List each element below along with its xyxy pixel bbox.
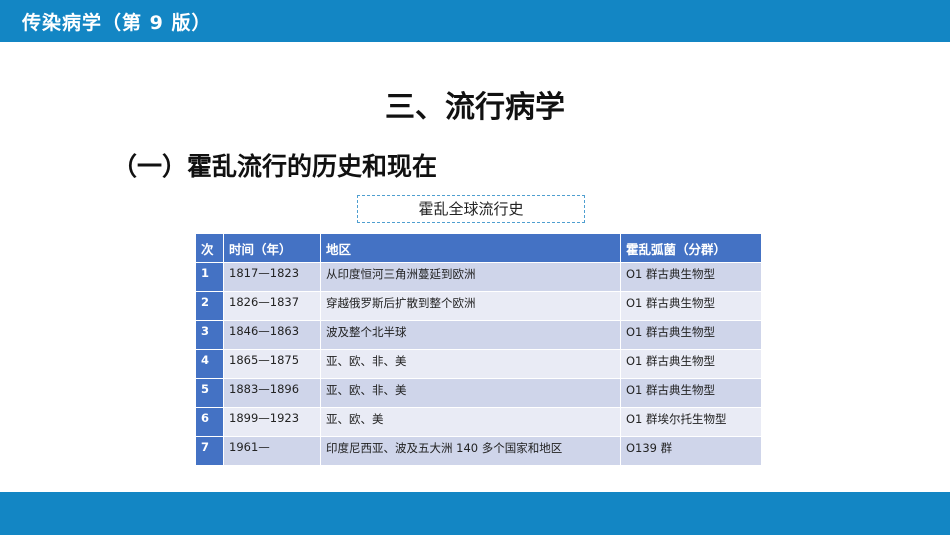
row-index: 4 [195,349,224,379]
row-serogroup: O1 群埃尔托生物型 [620,407,762,437]
table-header-row: 次 时间（年） 地区 霍乱弧菌（分群） [195,233,762,263]
book-title: 传染病学（第 9 版） [22,12,212,34]
table-row: 2 1826—1837 穿越俄罗斯后扩散到整个欧洲 O1 群古典生物型 [195,291,762,321]
header-cell: 次 [195,233,224,263]
row-region: 亚、欧、非、美 [320,349,621,379]
row-region: 穿越俄罗斯后扩散到整个欧洲 [320,291,621,321]
row-period: 1899—1923 [223,407,321,437]
row-index: 7 [195,436,224,466]
row-serogroup: O139 群 [620,436,762,466]
cholera-history-table: 次 时间（年） 地区 霍乱弧菌（分群） 1 1817—1823 从印度恒河三角洲… [195,233,762,466]
row-index: 1 [195,262,224,292]
row-index: 2 [195,291,224,321]
table-row: 7 1961— 印度尼西亚、波及五大洲 140 多个国家和地区 O139 群 [195,436,762,466]
row-region: 从印度恒河三角洲蔓延到欧洲 [320,262,621,292]
row-index: 5 [195,378,224,408]
row-period: 1883—1896 [223,378,321,408]
footer-bar [0,492,950,535]
row-region: 亚、欧、非、美 [320,378,621,408]
row-serogroup: O1 群古典生物型 [620,349,762,379]
header-bar: 传染病学（第 9 版） [0,0,950,42]
slide-title: 三、流行病学 [385,90,565,125]
table-row: 1 1817—1823 从印度恒河三角洲蔓延到欧洲 O1 群古典生物型 [195,262,762,292]
row-serogroup: O1 群古典生物型 [620,262,762,292]
row-serogroup: O1 群古典生物型 [620,291,762,321]
row-period: 1865—1875 [223,349,321,379]
row-period: 1826—1837 [223,291,321,321]
table-row: 6 1899—1923 亚、欧、美 O1 群埃尔托生物型 [195,407,762,437]
row-region: 波及整个北半球 [320,320,621,350]
row-index: 3 [195,320,224,350]
table-caption: 霍乱全球流行史 [357,195,585,223]
table-row: 5 1883—1896 亚、欧、非、美 O1 群古典生物型 [195,378,762,408]
row-serogroup: O1 群古典生物型 [620,320,762,350]
row-period: 1846—1863 [223,320,321,350]
table-row: 4 1865—1875 亚、欧、非、美 O1 群古典生物型 [195,349,762,379]
row-index: 6 [195,407,224,437]
row-period: 1817—1823 [223,262,321,292]
header-cell: 时间（年） [223,233,321,263]
section-title: （一）霍乱流行的历史和现在 [112,152,438,181]
row-period: 1961— [223,436,321,466]
header-cell: 地区 [320,233,621,263]
row-region: 印度尼西亚、波及五大洲 140 多个国家和地区 [320,436,621,466]
header-cell: 霍乱弧菌（分群） [620,233,762,263]
row-region: 亚、欧、美 [320,407,621,437]
table-row: 3 1846—1863 波及整个北半球 O1 群古典生物型 [195,320,762,350]
row-serogroup: O1 群古典生物型 [620,378,762,408]
